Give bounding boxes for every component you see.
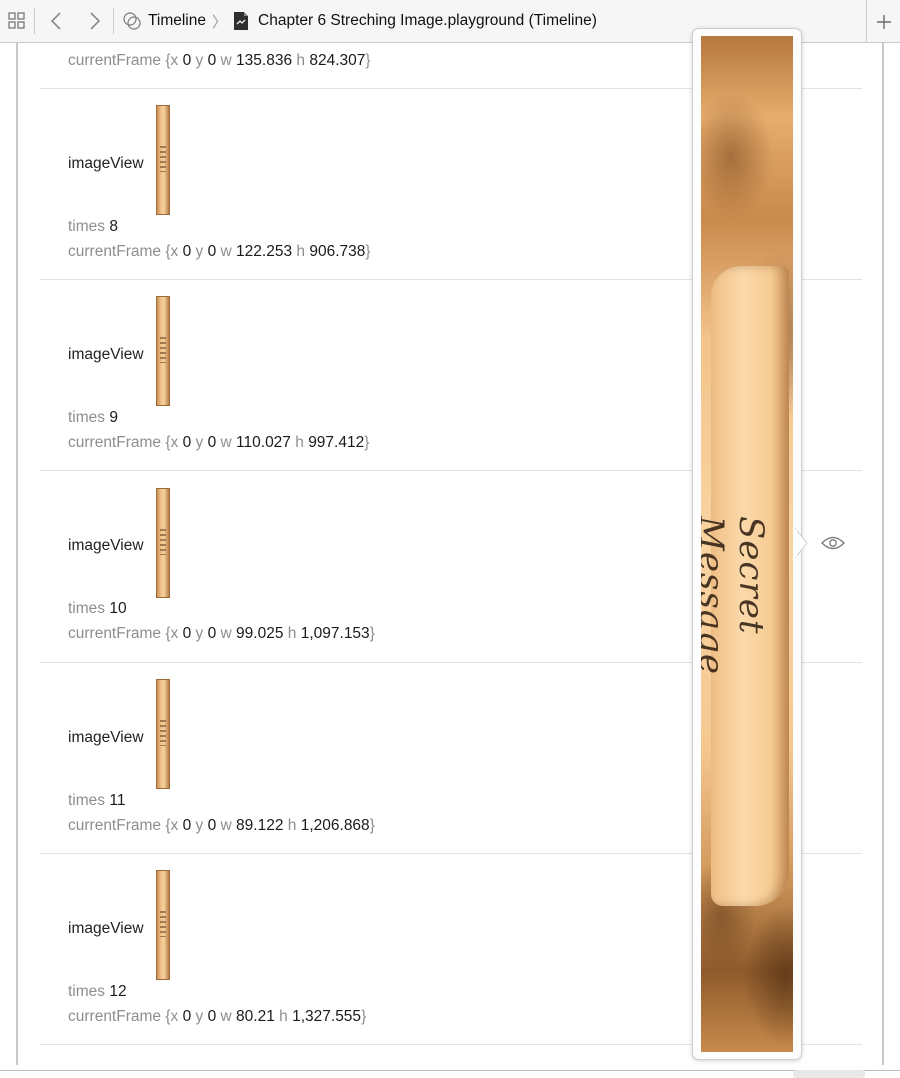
image-caption-text: Secret Message — [701, 516, 771, 675]
times-line: times 11 — [68, 792, 126, 809]
current-frame-line: currentFrame {x 0 y 0 w 135.836 h 824.30… — [68, 52, 371, 69]
plus-icon[interactable] — [866, 0, 900, 43]
current-frame-line: currentFrame {x 0 y 0 w 110.027 h 997.41… — [68, 434, 370, 451]
popover-arrow — [795, 528, 808, 558]
breadcrumb-timeline[interactable]: Timeline — [148, 12, 206, 30]
panel-border — [16, 43, 18, 1065]
quick-look-popover[interactable]: Secret Message — [692, 28, 802, 1060]
stretched-image-preview: Secret Message — [701, 36, 793, 1052]
current-frame-line: currentFrame {x 0 y 0 w 80.21 h 1,327.55… — [68, 1008, 367, 1025]
image-view-label: imageView — [68, 920, 144, 937]
image-thumbnail[interactable] — [156, 488, 170, 598]
current-frame-line: currentFrame {x 0 y 0 w 89.122 h 1,206.8… — [68, 817, 375, 834]
chevron-left-icon[interactable] — [35, 0, 77, 43]
times-line: times 12 — [68, 983, 127, 1000]
timeline-icon — [122, 11, 142, 31]
horizontal-scrollbar[interactable] — [793, 1070, 865, 1078]
image-thumbnail[interactable] — [156, 870, 170, 980]
current-frame-line: currentFrame {x 0 y 0 w 99.025 h 1,097.1… — [68, 625, 375, 642]
image-thumbnail[interactable] — [156, 105, 170, 215]
breadcrumb: Timeline 〉 Chapter 6 Streching Image.pla… — [122, 0, 597, 43]
times-line: times 8 — [68, 218, 118, 235]
breadcrumb-file[interactable]: Chapter 6 Streching Image.playground (Ti… — [258, 12, 597, 30]
breadcrumb-separator: 〉 — [212, 13, 228, 31]
times-line: times 9 — [68, 409, 118, 426]
grid-icon[interactable] — [0, 0, 34, 43]
times-line: times 10 — [68, 600, 127, 617]
current-frame-label: currentFrame — [68, 52, 162, 69]
image-thumbnail[interactable] — [156, 296, 170, 406]
chevron-right-icon[interactable] — [77, 0, 113, 43]
image-view-label: imageView — [68, 155, 144, 172]
eye-icon[interactable] — [820, 532, 846, 554]
image-view-label: imageView — [68, 729, 144, 746]
current-frame-line: currentFrame {x 0 y 0 w 122.253 h 906.73… — [68, 243, 371, 260]
toolbar-divider — [113, 8, 114, 34]
image-view-label: imageView — [68, 537, 144, 554]
playground-file-icon — [233, 11, 249, 31]
panel-border — [0, 1070, 900, 1071]
panel-border — [882, 43, 884, 1065]
image-thumbnail[interactable] — [156, 679, 170, 789]
image-view-label: imageView — [68, 346, 144, 363]
